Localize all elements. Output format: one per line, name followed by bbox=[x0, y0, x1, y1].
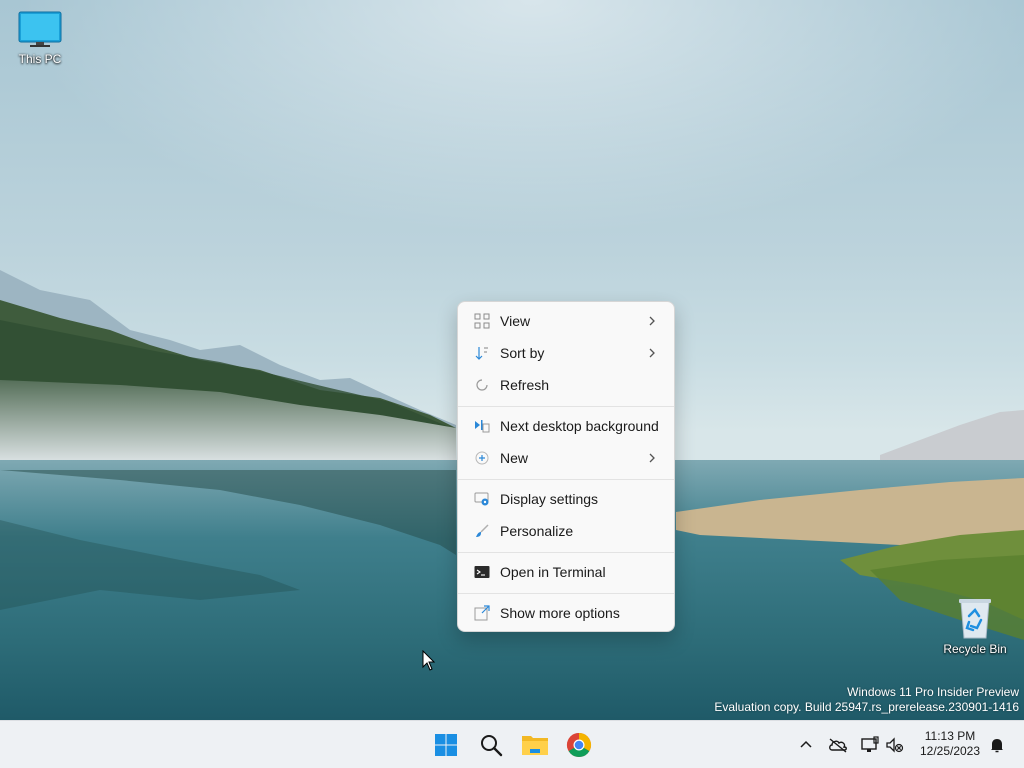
network-tray-button[interactable] bbox=[858, 733, 882, 757]
menu-item-label: Open in Terminal bbox=[500, 564, 606, 580]
file-explorer-icon bbox=[522, 736, 548, 755]
menu-item-label: Personalize bbox=[500, 523, 574, 539]
desktop-icon-this-pc[interactable]: This PC bbox=[2, 10, 78, 66]
desktop-context-menu: View Sort by Refresh Next desktop backgr… bbox=[457, 301, 675, 632]
view-grid-icon bbox=[474, 313, 490, 329]
menu-item-label: Sort by bbox=[500, 345, 545, 361]
menu-item-display-settings[interactable]: Display settings bbox=[462, 484, 670, 514]
menu-item-personalize[interactable]: Personalize bbox=[462, 516, 670, 546]
menu-item-label: Next desktop background bbox=[500, 418, 659, 434]
watermark-line-1: Windows 11 Pro Insider Preview bbox=[847, 685, 1019, 699]
search-button[interactable] bbox=[475, 729, 507, 761]
volume-tray-button[interactable] bbox=[883, 733, 907, 757]
search-icon bbox=[481, 735, 503, 757]
onedrive-tray-button[interactable] bbox=[826, 733, 850, 757]
evaluation-watermark: Windows 11 Pro Insider Preview Evaluatio… bbox=[714, 685, 1019, 715]
clock-date: 12/25/2023 bbox=[919, 744, 981, 758]
monitor-icon bbox=[18, 11, 62, 47]
menu-separator bbox=[458, 593, 674, 594]
menu-item-label: New bbox=[500, 450, 529, 466]
desktop-icon-label: This PC bbox=[18, 52, 62, 66]
refresh-icon bbox=[476, 379, 488, 391]
menu-item-new[interactable]: New bbox=[462, 443, 670, 473]
watermark-line-2: Evaluation copy. Build 25947.rs_prerelea… bbox=[714, 700, 1019, 714]
menu-separator bbox=[458, 552, 674, 553]
next-background-icon bbox=[475, 420, 490, 433]
clock[interactable]: 11:13 PM 12/25/2023 bbox=[912, 729, 988, 759]
notifications-button[interactable] bbox=[985, 733, 1009, 757]
menu-item-show-more-options[interactable]: Show more options bbox=[462, 598, 670, 628]
menu-item-view[interactable]: View bbox=[462, 306, 670, 336]
chrome-button[interactable] bbox=[563, 729, 595, 761]
terminal-icon bbox=[474, 566, 490, 578]
taskbar: 11:13 PM 12/25/2023 bbox=[0, 720, 1024, 768]
new-plus-icon bbox=[475, 451, 489, 465]
chevron-right-icon bbox=[649, 348, 655, 358]
menu-item-label: Refresh bbox=[500, 377, 550, 393]
show-hidden-icons-button[interactable] bbox=[794, 733, 818, 757]
clock-time: 11:13 PM bbox=[924, 729, 976, 743]
display-settings-icon bbox=[474, 492, 489, 506]
sort-icon bbox=[475, 347, 488, 360]
chevron-right-icon bbox=[649, 316, 655, 326]
recycle-bin-icon bbox=[959, 599, 991, 639]
menu-item-label: Display settings bbox=[500, 491, 599, 507]
chevron-right-icon bbox=[649, 453, 655, 463]
personalize-brush-icon bbox=[476, 524, 489, 537]
file-explorer-button[interactable] bbox=[519, 729, 551, 761]
menu-item-refresh[interactable]: Refresh bbox=[462, 370, 670, 400]
mouse-cursor-icon bbox=[422, 650, 436, 671]
desktop-icon-recycle-bin[interactable]: Recycle Bin bbox=[937, 596, 1013, 656]
menu-item-sort-by[interactable]: Sort by bbox=[462, 338, 670, 368]
chrome-icon bbox=[566, 733, 592, 758]
onedrive-offline-icon bbox=[829, 738, 847, 753]
desktop-icon-label: Recycle Bin bbox=[943, 642, 1007, 656]
menu-item-open-in-terminal[interactable]: Open in Terminal bbox=[462, 557, 670, 587]
chevron-up-icon bbox=[800, 740, 812, 748]
windows-start-icon bbox=[435, 734, 457, 756]
menu-separator bbox=[458, 406, 674, 407]
start-button[interactable] bbox=[430, 729, 462, 761]
volume-muted-icon bbox=[886, 737, 904, 753]
more-options-icon bbox=[474, 605, 490, 621]
menu-item-next-desktop-background[interactable]: Next desktop background bbox=[462, 411, 670, 441]
notification-bell-icon bbox=[991, 739, 1003, 753]
menu-item-label: Show more options bbox=[500, 605, 620, 621]
menu-item-label: View bbox=[500, 313, 531, 329]
network-icon bbox=[861, 736, 879, 752]
menu-separator bbox=[458, 479, 674, 480]
